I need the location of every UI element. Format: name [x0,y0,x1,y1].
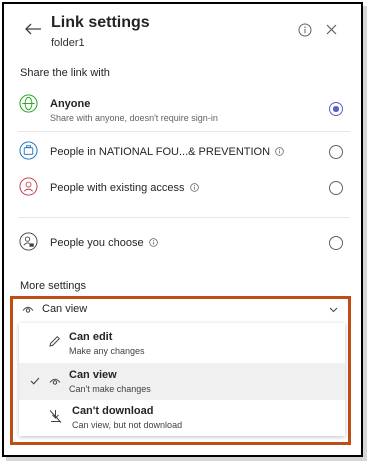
page-title: Link settings [51,14,150,31]
option-anyone-title: Anyone [50,98,91,110]
pencil-icon [49,335,61,347]
radio-anyone[interactable] [329,102,343,116]
radio-people-you-choose[interactable] [329,236,343,250]
eye-icon [49,378,61,385]
info-icon[interactable] [275,147,284,159]
option-choose-title: People you choose [50,237,144,249]
permission-menu: Can edit Make any changes Can view Can't… [19,323,345,436]
eye-icon [22,306,34,313]
option-people-you-choose[interactable]: People you choose [0,231,360,255]
can-edit-desc: Make any changes [69,346,145,356]
can-view-title: Can view [69,369,117,381]
radio-existing-access[interactable] [329,181,343,195]
info-icon[interactable] [298,23,312,37]
menu-item-cant-download[interactable]: Can't download Can view, but not downloa… [19,400,345,437]
can-view-desc: Can't make changes [69,384,151,394]
option-existing-title: People with existing access [50,182,185,194]
option-organization-title: People in NATIONAL FOU...& PREVENTION [50,146,271,158]
back-arrow-icon[interactable] [24,22,42,36]
option-anyone-desc: Share with anyone, doesn't require sign-… [50,113,218,123]
chevron-down-icon [329,307,338,313]
close-icon[interactable] [325,23,338,36]
cant-download-desc: Can view, but not download [72,420,183,430]
share-section-label: Share the link with [20,67,110,79]
option-anyone[interactable]: Anyone Share with anyone, doesn't requir… [0,92,360,126]
radio-organization[interactable] [329,145,343,159]
person-lock-icon [19,232,38,251]
menu-item-can-edit[interactable]: Can edit Make any changes [19,325,345,362]
menu-item-can-view[interactable]: Can view Can't make changes [19,363,345,400]
cant-download-title: Can't download [72,405,154,417]
more-settings-label: More settings [20,280,87,292]
permission-dropdown[interactable]: Can view [15,300,348,320]
info-icon[interactable] [189,183,199,195]
divider [18,131,350,132]
divider [18,217,350,218]
can-edit-title: Can edit [69,331,113,343]
person-icon [19,177,38,196]
option-existing-access[interactable]: People with existing access [0,177,360,201]
building-icon [19,141,38,160]
no-download-icon [49,410,62,423]
globe-icon [19,94,38,113]
dropdown-value: Can view [42,303,88,315]
folder-name: folder1 [51,37,85,49]
info-icon[interactable] [148,238,158,250]
option-organization[interactable]: People in NATIONAL FOU...& PREVENTION [0,140,360,164]
checkmark-icon [30,377,40,385]
